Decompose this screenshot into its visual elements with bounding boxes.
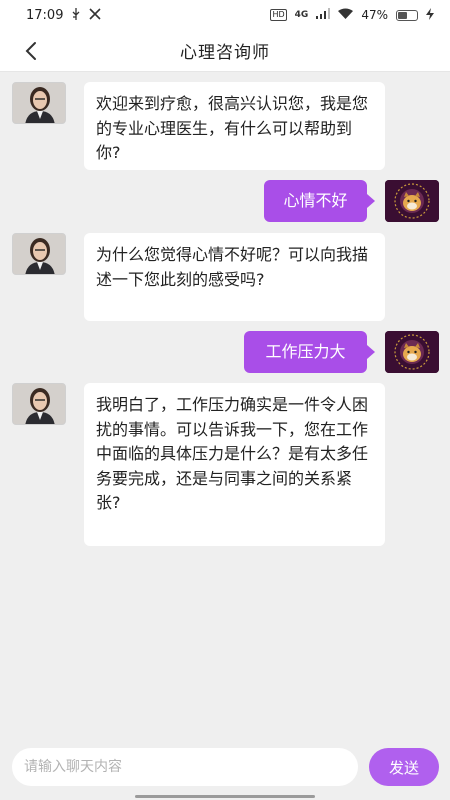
message-text: 欢迎来到疗愈，很高兴认识您，我是您的专业心理医生，有什么可以帮助到你? <box>96 94 369 162</box>
input-bar: 发送 <box>0 734 450 800</box>
message-bubble[interactable]: 为什么您觉得心情不好呢？可以向我描述一下您此刻的感受吗? <box>84 233 385 321</box>
home-indicator <box>135 795 315 798</box>
message-text: 工作压力大 <box>265 342 346 361</box>
user-avatar[interactable] <box>385 180 439 222</box>
message-bubble[interactable]: 工作压力大 <box>244 331 367 373</box>
message-input[interactable] <box>12 748 358 786</box>
network-type: 4G <box>294 10 309 20</box>
page-title: 心理咨询师 <box>180 43 270 63</box>
doctor-avatar[interactable] <box>12 383 66 425</box>
bubble-tail <box>367 194 375 208</box>
doctor-avatar[interactable] <box>12 233 66 275</box>
battery-icon <box>396 9 418 21</box>
message-bubble[interactable]: 欢迎来到疗愈，很高兴认识您，我是您的专业心理医生，有什么可以帮助到你? <box>84 82 385 170</box>
app-header: 心理咨询师 <box>0 30 450 72</box>
status-bar: 17:09 HD 4G 47% <box>0 0 450 30</box>
message-text: 为什么您觉得心情不好呢？可以向我描述一下您此刻的感受吗? <box>96 245 369 289</box>
send-button[interactable]: 发送 <box>369 748 439 786</box>
message-text: 心情不好 <box>283 191 348 210</box>
usb-icon <box>71 7 81 23</box>
user-avatar[interactable] <box>385 331 439 373</box>
doctor-avatar[interactable] <box>12 82 66 124</box>
chat-area[interactable]: 欢迎来到疗愈，很高兴认识您，我是您的专业心理医生，有什么可以帮助到你? 心情不好 <box>0 72 450 732</box>
status-right: HD 4G 47% <box>270 7 434 23</box>
battery-percent: 47% <box>361 8 388 22</box>
tools-icon <box>89 7 102 23</box>
charging-icon <box>426 7 434 23</box>
status-time: 17:09 <box>26 7 64 23</box>
chevron-left-icon <box>25 42 36 60</box>
hd-badge: HD <box>270 9 287 21</box>
back-button[interactable] <box>16 36 46 66</box>
bubble-tail <box>367 345 375 359</box>
message-bubble[interactable]: 我明白了，工作压力确实是一件令人困扰的事情。可以告诉我一下，您在工作中面临的具体… <box>84 383 385 546</box>
message-bubble[interactable]: 心情不好 <box>264 180 367 222</box>
signal-icon <box>316 8 331 22</box>
message-text: 我明白了，工作压力确实是一件令人困扰的事情。可以告诉我一下，您在工作中面临的具体… <box>96 395 369 512</box>
status-left: 17:09 <box>26 7 102 23</box>
wifi-icon <box>338 8 354 22</box>
